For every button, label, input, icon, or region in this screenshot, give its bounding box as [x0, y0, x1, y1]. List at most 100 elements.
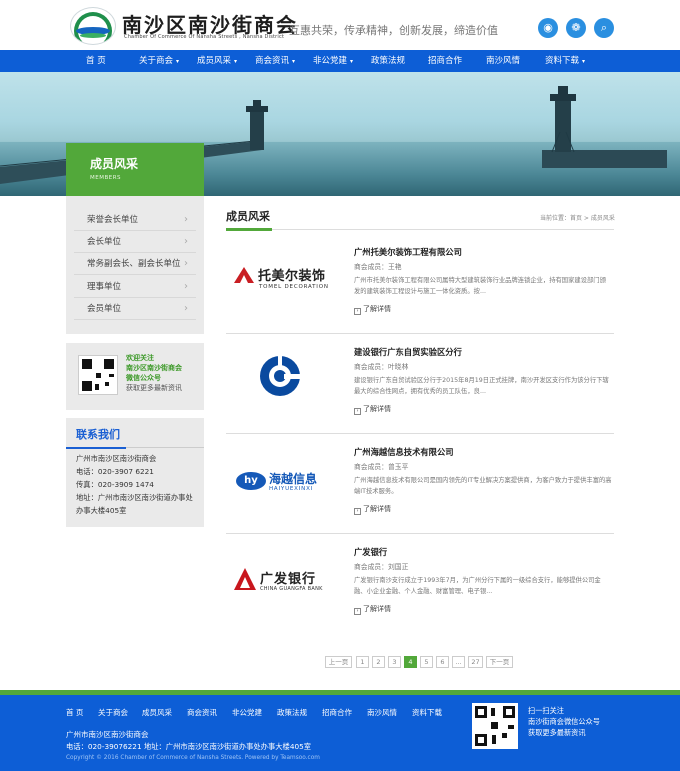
list-item: 建设银行广东自贸实验区分行 商会成员：叶晓林 建设银行广东自贸试验区分行于201… [226, 334, 614, 434]
footer-link[interactable]: 成员风采 [142, 707, 172, 718]
page-button[interactable]: 6 [436, 656, 449, 668]
page-button-active[interactable]: 4 [404, 656, 417, 668]
footer-link[interactable]: 南沙风情 [367, 707, 397, 718]
nav-about[interactable]: 关于商会 ▾ [139, 50, 179, 72]
nav-investment[interactable]: 招商合作 [428, 50, 462, 72]
section-title-en: MEMBERS [90, 175, 122, 181]
header: 南沙区南沙街商会 Chamber Of Commerce Of Nansha S… [0, 0, 680, 50]
footer-org: 广州市南沙区南沙街商会 [66, 730, 149, 739]
sidebar-item-vice-president[interactable]: 常务副会长、副会长单位 › [74, 253, 196, 275]
more-link[interactable]: › 了解详情 [354, 304, 391, 315]
chevron-down-icon: ▾ [292, 58, 296, 65]
chevron-right-icon: › [184, 214, 188, 225]
contact-org: 广州市南沙区南沙街商会 [76, 454, 157, 463]
haiyue-logo-icon: hy [236, 472, 266, 490]
breadcrumb[interactable]: 当前位置：首页 > 成员风采 [540, 213, 615, 222]
wechat-qr-box: 欢迎关注 南沙区南沙街商会 微信公众号 获取更多最新资讯 [66, 343, 204, 410]
member-name[interactable]: 建设银行广东自贸实验区分行 [354, 346, 462, 358]
sidebar-item-honorary[interactable]: 荣誉会长单位 › [74, 209, 196, 231]
footer-link[interactable]: 招商合作 [322, 707, 352, 718]
sidebar-menu: 荣誉会长单位 › 会长单位 › 常务副会长、副会长单位 › 理事单位 › 会员单位 › [66, 196, 204, 334]
arrow-icon: › [354, 608, 361, 615]
footer-qr-caption: 扫一扫关注 南沙街商会微信公众号 获取更多最新资讯 [528, 706, 600, 737]
chevron-right-icon: › [184, 303, 188, 314]
qr-caption: 欢迎关注 南沙区南沙街商会 微信公众号 获取更多最新资讯 [126, 354, 182, 392]
search-icon[interactable]: ⌕ [594, 18, 614, 38]
arrow-icon: › [354, 408, 361, 415]
member-role: 商会成员：王艳 [354, 263, 402, 271]
weibo-icon[interactable]: ◉ [538, 18, 558, 38]
contact-phone: 电话：020-3907 6221 [76, 467, 154, 476]
contact-box: 联系我们 广州市南沙区南沙街商会 电话：020-3907 6221 传真：020… [66, 418, 204, 527]
page-ellipsis: ... [452, 656, 465, 668]
chevron-down-icon: ▾ [582, 58, 586, 65]
wechat-icon[interactable]: ❁ [566, 18, 586, 38]
list-item: 托美尔装饰 TOMEL DECORATION 广州托美尔装饰工程有限公司 商会成… [226, 234, 614, 334]
member-desc: 广州海越信息技术有限公司是国内领先的IT专业解决方案提供商，为客户致力于提供丰富… [354, 477, 612, 495]
footer-link[interactable]: 政策法规 [277, 707, 307, 718]
footer: 首 页 关于商会 成员风采 商会资讯 非公党建 政策法规 招商合作 南沙风情 资… [0, 695, 680, 771]
banner-image: 成员风采 MEMBERS [0, 72, 680, 196]
chevron-right-icon: › [184, 258, 188, 269]
footer-link[interactable]: 商会资讯 [187, 707, 217, 718]
footer-link[interactable]: 非公党建 [232, 707, 262, 718]
page-button[interactable]: 1 [356, 656, 369, 668]
slogan: 互惠共荣，传承精神，创新发展，缔造价值 [289, 24, 498, 37]
nav-policy[interactable]: 政策法规 [371, 50, 405, 72]
member-logo[interactable]: hy 海越信息 HAIYUEXINXI [226, 434, 338, 534]
contact-title: 联系我们 [76, 428, 120, 441]
more-link[interactable]: › 了解详情 [354, 404, 391, 415]
nav-home[interactable]: 首 页 [86, 50, 106, 72]
more-link[interactable]: › 了解详情 [354, 504, 391, 515]
nav-members[interactable]: 成员风采 ▾ [197, 50, 237, 72]
logo-subtitle: Chamber Of Commerce Of Nansha Streets , … [124, 34, 285, 40]
chevron-right-icon: › [184, 236, 188, 247]
logo-emblem[interactable] [70, 7, 116, 45]
page-button[interactable]: 27 [468, 656, 483, 668]
page-button[interactable]: 2 [372, 656, 385, 668]
sidebar-item-member[interactable]: 会员单位 › [74, 298, 196, 320]
member-role: 商会成员：刘国正 [354, 563, 409, 571]
footer-link[interactable]: 首 页 [66, 707, 83, 718]
nav-scenery[interactable]: 南沙风情 [486, 50, 520, 72]
member-logo[interactable] [226, 334, 338, 434]
member-name[interactable]: 广发银行 [354, 546, 387, 558]
footer-link[interactable]: 资料下载 [412, 707, 442, 718]
section-title: 成员风采 [90, 157, 139, 171]
member-logo[interactable]: 广发银行 CHINA GUANGFA BANK [226, 534, 338, 634]
footer-link[interactable]: 关于商会 [98, 707, 128, 718]
sidebar-item-president[interactable]: 会长单位 › [74, 231, 196, 253]
qr-code-icon [472, 703, 518, 749]
arrow-icon: › [354, 308, 361, 315]
footer-contact: 电话：020-39076221 地址：广州市南沙区南沙街道办事处办事大楼405室 [66, 742, 312, 751]
chevron-right-icon: › [184, 281, 188, 292]
qr-code-icon [78, 355, 118, 395]
page-button[interactable]: 3 [388, 656, 401, 668]
nav-downloads[interactable]: 资料下载 ▾ [545, 50, 585, 72]
member-desc: 建设银行广东自贸试验区分行于2015年8月19日正式挂牌，南沙开发区支行作为该分… [354, 377, 609, 395]
chevron-down-icon: ▾ [234, 58, 238, 65]
page-title: 成员风采 [226, 210, 270, 223]
more-link[interactable]: › 了解详情 [354, 604, 391, 615]
cgb-logo-icon [234, 568, 256, 590]
contact-address: 地址：广州市南沙区南沙街道办事处办事大楼405室 [76, 493, 193, 515]
main-nav: 首 页 关于商会 ▾ 成员风采 ▾ 商会资讯 ▾ 非公党建 ▾ 政策法规 招商合作 南沙… [0, 50, 680, 72]
sidebar-item-director[interactable]: 理事单位 › [74, 276, 196, 298]
list-item: 广发银行 CHINA GUANGFA BANK 广发银行 商会成员：刘国正 广发… [226, 534, 614, 634]
member-role: 商会成员：叶晓林 [354, 363, 409, 371]
page-button[interactable]: 5 [420, 656, 433, 668]
arrow-icon: › [354, 508, 361, 515]
footer-copyright: Copyright © 2016 Chamber of Commerce of … [66, 755, 320, 761]
member-name[interactable]: 广州托美尔装饰工程有限公司 [354, 246, 462, 258]
list-item: hy 海越信息 HAIYUEXINXI 广州海越信息技术有限公司 商会成员：曾玉… [226, 434, 614, 534]
tomel-logo-icon [234, 267, 254, 283]
member-desc: 广发银行南沙支行成立于1993年7月，为广州分行下属的一级综合支行，能够提供公司… [354, 577, 601, 595]
next-page-button[interactable]: 下一页 [486, 656, 513, 668]
member-name[interactable]: 广州海越信息技术有限公司 [354, 446, 454, 458]
member-logo[interactable]: 托美尔装饰 TOMEL DECORATION [226, 234, 338, 334]
nav-party[interactable]: 非公党建 ▾ [313, 50, 353, 72]
member-role: 商会成员：曾玉平 [354, 463, 409, 471]
chevron-down-icon: ▾ [176, 58, 180, 65]
prev-page-button[interactable]: 上一页 [325, 656, 352, 668]
nav-news[interactable]: 商会资讯 ▾ [255, 50, 295, 72]
